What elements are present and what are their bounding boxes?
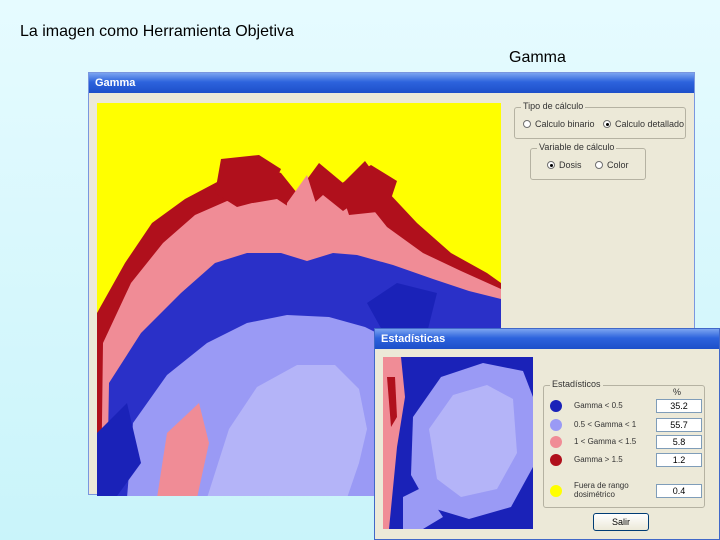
stat-value[interactable]: 0.4 xyxy=(656,484,702,498)
percent-header: % xyxy=(673,387,682,397)
radio-color-label: Color xyxy=(607,160,629,170)
stats-window-titlebar[interactable]: Estadísticas xyxy=(375,329,719,349)
radio-off-icon xyxy=(523,120,531,128)
variable-calculo-legend: Variable de cálculo xyxy=(537,142,617,152)
radio-dosis-label: Dosis xyxy=(559,160,582,170)
stat-row-gamma-lt-05: Gamma < 0.5 35.2 xyxy=(550,399,710,415)
stat-label: 1 < Gamma < 1.5 xyxy=(574,437,637,446)
stat-row-gamma-05-1: 0.5 < Gamma < 1 55.7 xyxy=(550,418,710,434)
variable-calculo-group: Variable de cálculo Dosis Color xyxy=(530,142,646,180)
radio-off-icon xyxy=(595,161,603,169)
salir-button[interactable]: Salir xyxy=(593,513,649,531)
stat-label: Gamma < 0.5 xyxy=(574,401,623,410)
radio-on-icon xyxy=(547,161,555,169)
radio-calculo-binario[interactable]: Calculo binario xyxy=(523,119,595,129)
radio-calculo-binario-label: Calculo binario xyxy=(535,119,595,129)
radio-color[interactable]: Color xyxy=(595,160,629,170)
stat-value[interactable]: 1.2 xyxy=(656,453,702,467)
stat-row-gamma-gt-15: Gamma > 1.5 1.2 xyxy=(550,453,710,469)
stat-row-fuera-de-rango: Fuera de rango dosimétrico 0.4 xyxy=(550,481,710,500)
stat-label: 0.5 < Gamma < 1 xyxy=(574,420,637,429)
color-swatch-icon xyxy=(550,419,562,431)
color-swatch-icon xyxy=(550,436,562,448)
tipo-calculo-legend: Tipo de cálculo xyxy=(521,101,586,111)
stat-value[interactable]: 35.2 xyxy=(656,399,702,413)
stats-map-graphic xyxy=(383,357,533,529)
gamma-window-titlebar[interactable]: Gamma xyxy=(89,73,694,93)
stats-window: Estadísticas Estadísticos % Gamma < 0.5 … xyxy=(374,328,720,540)
radio-calculo-detallado[interactable]: Calculo detallado xyxy=(603,119,684,129)
color-swatch-icon xyxy=(550,485,562,497)
stats-map-image xyxy=(383,357,533,529)
stat-label: Gamma > 1.5 xyxy=(574,455,623,464)
tipo-calculo-group: Tipo de cálculo Calculo binario Calculo … xyxy=(514,101,686,139)
stat-label: Fuera de rango dosimétrico xyxy=(574,481,629,499)
radio-on-icon xyxy=(603,120,611,128)
slide-title: La imagen como Herramienta Objetiva xyxy=(20,23,294,40)
estadisticos-legend: Estadísticos xyxy=(550,379,603,389)
slide-subtitle: Gamma xyxy=(509,49,566,66)
radio-calculo-detallado-label: Calculo detallado xyxy=(615,119,685,129)
stat-row-gamma-1-15: 1 < Gamma < 1.5 5.8 xyxy=(550,435,710,451)
stat-value[interactable]: 5.8 xyxy=(656,435,702,449)
radio-dosis[interactable]: Dosis xyxy=(547,160,582,170)
color-swatch-icon xyxy=(550,400,562,412)
color-swatch-icon xyxy=(550,454,562,466)
stat-value[interactable]: 55.7 xyxy=(656,418,702,432)
